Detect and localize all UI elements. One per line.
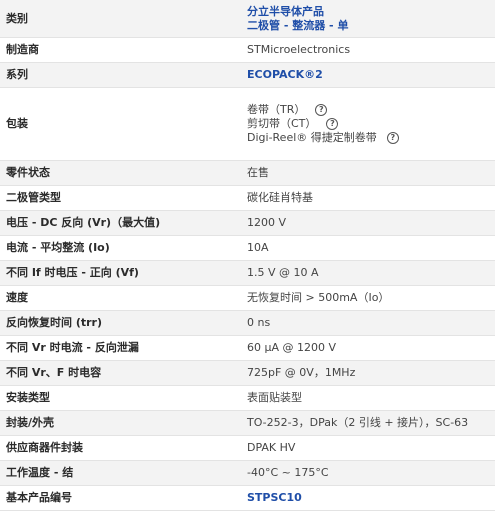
row-packaging: 包装 卷带（TR） ? 剪切带（CT） ? Digi-Reel® 得捷定制卷带 …: [0, 87, 495, 161]
row-diode-type: 二极管类型 碳化硅肖特基: [0, 185, 495, 211]
packaging-option-label: 卷带（TR）: [247, 103, 306, 116]
row-value: 725pF @ 0V，1MHz: [241, 360, 495, 386]
row-series: 系列 ECOPACK®2: [0, 62, 495, 88]
row-label: 包装: [0, 87, 241, 161]
row-value: 在售: [241, 160, 495, 186]
row-reverse-leakage: 不同 Vr 时电流 - 反向泄漏 60 µA @ 1200 V: [0, 335, 495, 361]
row-label: 电压 - DC 反向 (Vr)（最大值): [0, 210, 241, 236]
row-label: 不同 Vr、F 时电容: [0, 360, 241, 386]
row-category: 类别 分立半导体产品 二极管 - 整流器 - 单: [0, 0, 495, 38]
row-reverse-recovery-time: 反向恢复时间 (trr) 0 ns: [0, 310, 495, 336]
row-value: 卷带（TR） ? 剪切带（CT） ? Digi-Reel® 得捷定制卷带 ?: [241, 87, 495, 161]
row-mounting-type: 安装类型 表面贴装型: [0, 385, 495, 411]
row-capacitance: 不同 Vr、F 时电容 725pF @ 0V，1MHz: [0, 360, 495, 386]
row-value: DPAK HV: [241, 435, 495, 461]
base-product-link[interactable]: STPSC10: [247, 491, 302, 504]
row-value: 10A: [241, 235, 495, 261]
row-base-product-number: 基本产品编号 STPSC10: [0, 485, 495, 511]
row-operating-temp: 工作温度 - 结 -40°C ~ 175°C: [0, 460, 495, 486]
row-label: 基本产品编号: [0, 485, 241, 511]
row-label: 制造商: [0, 37, 241, 63]
row-value: 无恢复时间 > 500mA（Io）: [241, 285, 495, 311]
row-value: 1.5 V @ 10 A: [241, 260, 495, 286]
row-speed: 速度 无恢复时间 > 500mA（Io）: [0, 285, 495, 311]
row-label: 安装类型: [0, 385, 241, 411]
row-current-avg-rectified: 电流 - 平均整流 (Io) 10A: [0, 235, 495, 261]
subcategory-link[interactable]: 二极管 - 整流器 - 单: [247, 19, 348, 32]
row-value: -40°C ~ 175°C: [241, 460, 495, 486]
packaging-option-label: Digi-Reel® 得捷定制卷带: [247, 131, 377, 144]
row-value: ECOPACK®2: [241, 62, 495, 88]
packaging-option: 剪切带（CT） ?: [247, 117, 495, 131]
row-voltage-dc-reverse: 电压 - DC 反向 (Vr)（最大值) 1200 V: [0, 210, 495, 236]
row-value: TO-252-3，DPak（2 引线 + 接片），SC-63: [241, 410, 495, 436]
row-label: 供应商器件封装: [0, 435, 241, 461]
series-link[interactable]: ECOPACK®2: [247, 68, 323, 81]
row-label: 不同 Vr 时电流 - 反向泄漏: [0, 335, 241, 361]
row-value: 碳化硅肖特基: [241, 185, 495, 211]
product-attributes-table: 类别 分立半导体产品 二极管 - 整流器 - 单 制造商 STMicroelec…: [0, 0, 495, 511]
row-part-status: 零件状态 在售: [0, 160, 495, 186]
row-value: STMicroelectronics: [241, 37, 495, 63]
row-value: 1200 V: [241, 210, 495, 236]
help-icon[interactable]: ?: [386, 132, 399, 144]
row-label: 电流 - 平均整流 (Io): [0, 235, 241, 261]
packaging-option: 卷带（TR） ?: [247, 103, 495, 117]
row-value: 分立半导体产品 二极管 - 整流器 - 单: [241, 0, 495, 38]
row-supplier-package: 供应商器件封装 DPAK HV: [0, 435, 495, 461]
row-value: 表面贴装型: [241, 385, 495, 411]
row-value: 0 ns: [241, 310, 495, 336]
row-label: 速度: [0, 285, 241, 311]
row-label: 系列: [0, 62, 241, 88]
help-icon[interactable]: ?: [315, 104, 328, 116]
row-label: 反向恢复时间 (trr): [0, 310, 241, 336]
row-voltage-forward: 不同 If 时电压 - 正向 (Vf) 1.5 V @ 10 A: [0, 260, 495, 286]
packaging-option-label: 剪切带（CT）: [247, 117, 317, 130]
row-label: 类别: [0, 0, 241, 38]
row-value: 60 µA @ 1200 V: [241, 335, 495, 361]
row-manufacturer: 制造商 STMicroelectronics: [0, 37, 495, 63]
category-link[interactable]: 分立半导体产品: [247, 5, 324, 18]
help-icon[interactable]: ?: [326, 118, 339, 130]
row-label: 不同 If 时电压 - 正向 (Vf): [0, 260, 241, 286]
row-package-case: 封装/外壳 TO-252-3，DPak（2 引线 + 接片），SC-63: [0, 410, 495, 436]
packaging-option: Digi-Reel® 得捷定制卷带 ?: [247, 131, 495, 145]
row-value: STPSC10: [241, 485, 495, 511]
row-label: 二极管类型: [0, 185, 241, 211]
row-label: 工作温度 - 结: [0, 460, 241, 486]
row-label: 封装/外壳: [0, 410, 241, 436]
row-label: 零件状态: [0, 160, 241, 186]
